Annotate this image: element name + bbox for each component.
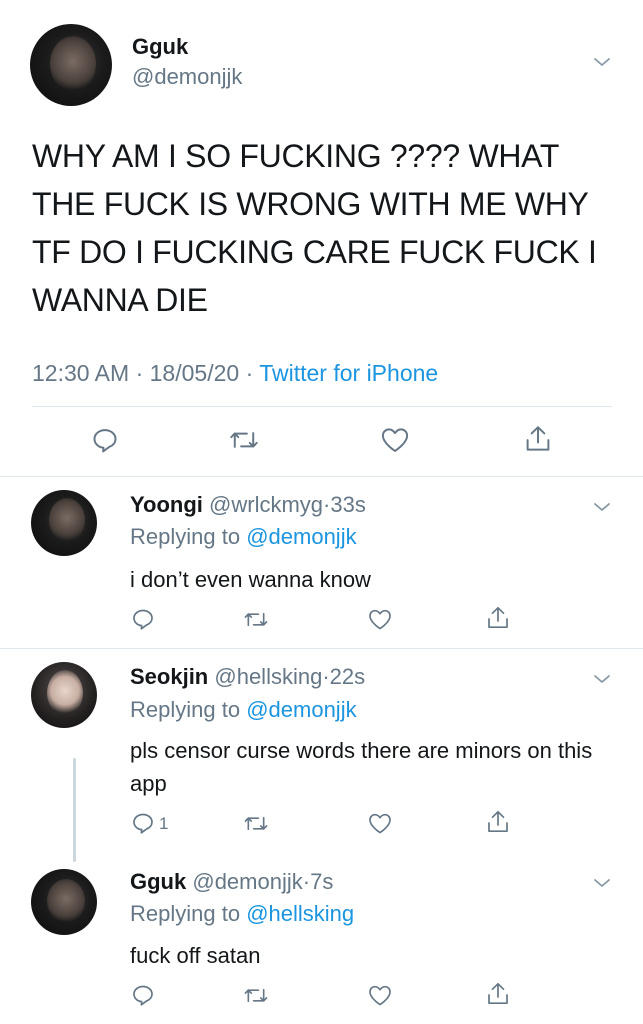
replying-to-link[interactable]: @demonjjk [246, 697, 356, 722]
heart-icon[interactable] [367, 608, 393, 631]
display-name[interactable]: Gguk [132, 34, 188, 60]
avatar[interactable] [31, 490, 97, 556]
reply-age: 7s [310, 869, 334, 894]
heart-icon[interactable] [367, 984, 393, 1007]
reply-text: pls censor curse words there are minors … [130, 738, 593, 796]
chevron-down-icon[interactable] [592, 497, 612, 517]
retweet-icon[interactable] [243, 812, 269, 835]
replying-label: Replying to [130, 901, 241, 926]
handle[interactable]: @demonjjk [132, 64, 242, 90]
reply-age: 33s [330, 492, 366, 517]
avatar[interactable] [31, 662, 97, 728]
share-icon[interactable] [486, 605, 510, 631]
chevron-down-icon[interactable] [592, 873, 612, 893]
retweet-icon[interactable] [229, 426, 259, 454]
reply-age: 22s [329, 664, 366, 689]
heart-icon[interactable] [367, 812, 393, 835]
reply-icon[interactable] [131, 811, 155, 835]
handle[interactable]: @hellsking [214, 664, 322, 689]
retweet-icon[interactable] [243, 608, 269, 631]
tweet-meta: 12:30 AM · 18/05/20 · Twitter for iPhone [32, 360, 438, 387]
avatar[interactable] [31, 869, 97, 935]
reply-header: Yoongi @wrlckmyg·33s [130, 492, 366, 518]
retweet-icon[interactable] [243, 984, 269, 1007]
tweet-date: 18/05/20 [149, 360, 240, 386]
handle[interactable]: @wrlckmyg [209, 492, 323, 517]
handle[interactable]: @demonjjk [192, 869, 302, 894]
share-icon[interactable] [486, 981, 510, 1007]
meta-separator: · [135, 360, 144, 386]
chevron-down-icon[interactable] [592, 52, 612, 72]
share-icon[interactable] [524, 424, 552, 454]
replying-to: Replying to @hellsking [130, 901, 354, 927]
chevron-down-icon[interactable] [592, 669, 612, 689]
tweet-source-link[interactable]: Twitter for iPhone [259, 360, 438, 386]
section-divider [0, 648, 643, 649]
reply-count: 1 [159, 814, 169, 833]
reply-header: Gguk @demonjjk·7s [130, 869, 333, 895]
reply-icon[interactable] [91, 426, 119, 454]
reply-icon[interactable] [131, 983, 155, 1007]
avatar[interactable] [30, 24, 112, 106]
meta-divider [32, 406, 612, 407]
share-icon[interactable] [486, 809, 510, 835]
tweet-text: WHY AM I SO FUCKING ???? WHAT THE FUCK I… [32, 138, 597, 318]
replying-label: Replying to [130, 524, 241, 549]
meta-separator: · [245, 360, 254, 386]
replying-to: Replying to @demonjjk [130, 524, 357, 550]
display-name[interactable]: Seokjin [130, 664, 208, 689]
reply-text: fuck off satan [130, 943, 261, 968]
display-name[interactable]: Yoongi [130, 492, 203, 517]
reply-icon[interactable] [131, 607, 155, 631]
heart-icon[interactable] [380, 426, 410, 454]
replying-to-link[interactable]: @demonjjk [246, 524, 356, 549]
tweet-time: 12:30 AM [32, 360, 130, 386]
meta-separator: · [322, 664, 330, 689]
replying-label: Replying to [130, 697, 241, 722]
meta-separator: · [302, 869, 311, 894]
display-name[interactable]: Gguk [130, 869, 186, 894]
thread-line [73, 758, 76, 862]
reply-text: i don’t even wanna know [130, 567, 371, 592]
replying-to-link[interactable]: @hellsking [246, 901, 354, 926]
section-divider [0, 476, 643, 477]
reply-header: Seokjin @hellsking·22s [130, 664, 365, 690]
replying-to: Replying to @demonjjk [130, 697, 357, 723]
